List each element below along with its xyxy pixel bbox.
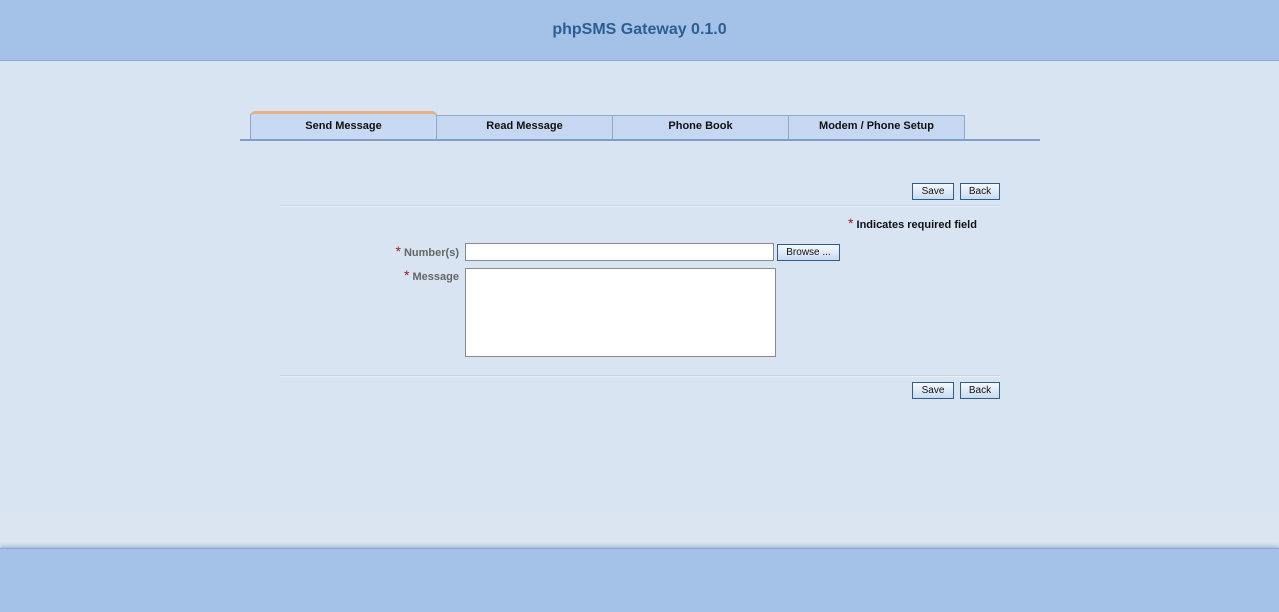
tab-send-message[interactable]: Send Message	[250, 111, 437, 140]
browse-button[interactable]: Browse ...	[777, 244, 840, 261]
app-header: phpSMS Gateway 0.1.0	[0, 0, 1279, 61]
save-button-bottom[interactable]: Save	[912, 382, 954, 399]
divider-top	[280, 205, 1000, 207]
required-note-text: Indicates required field	[856, 219, 977, 231]
tab-underline	[240, 139, 1040, 141]
numbers-label-text: Number(s)	[403, 247, 459, 259]
required-field-note: * Indicates required field	[848, 215, 977, 231]
app-title: phpSMS Gateway 0.1.0	[552, 21, 727, 38]
lower-band	[0, 511, 1279, 547]
numbers-input[interactable]	[465, 243, 774, 261]
back-button-bottom[interactable]: Back	[960, 382, 1000, 399]
numbers-label: * Number(s)	[395, 243, 459, 259]
save-button-top[interactable]: Save	[912, 183, 954, 200]
message-required-star: *	[404, 267, 410, 283]
back-button-top[interactable]: Back	[960, 183, 1000, 200]
divider-bottom	[280, 375, 1000, 377]
message-label-text: Message	[412, 271, 459, 283]
app-footer	[0, 548, 1279, 612]
tab-modem-phone-setup[interactable]: Modem / Phone Setup	[788, 115, 965, 139]
tab-read-message[interactable]: Read Message	[436, 115, 613, 139]
tab-phone-book[interactable]: Phone Book	[612, 115, 789, 139]
required-star: *	[848, 215, 854, 231]
numbers-required-star: *	[395, 243, 401, 259]
message-label: * Message	[404, 267, 459, 283]
message-textarea[interactable]	[465, 268, 776, 357]
